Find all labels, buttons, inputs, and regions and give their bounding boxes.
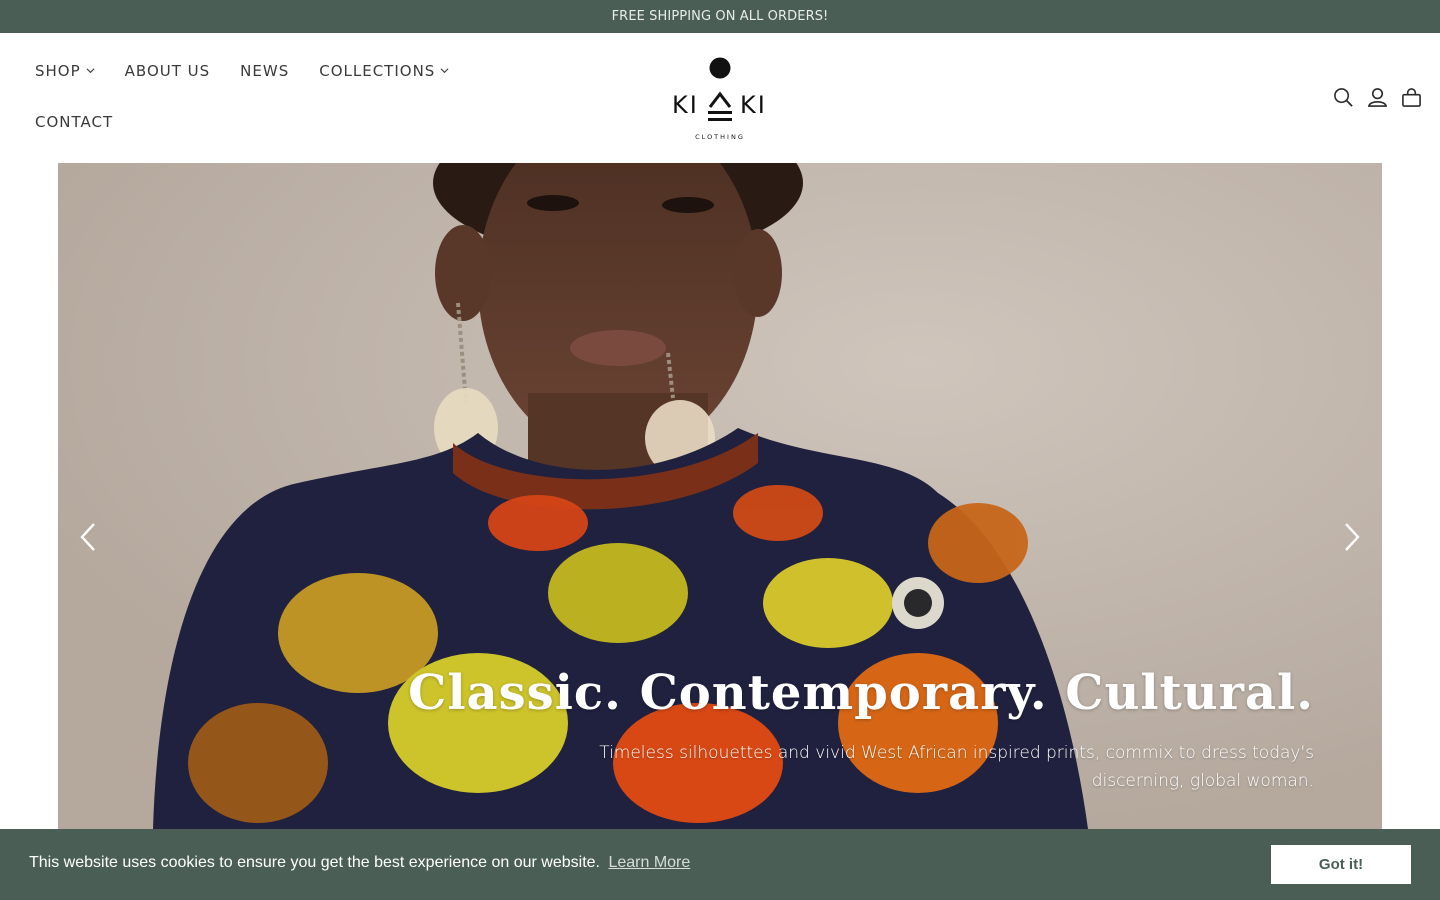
chevron-down-icon	[440, 67, 449, 73]
nav-item-label: COLLECTIONS	[319, 62, 436, 80]
announcement-text: FREE SHIPPING ON ALL ORDERS!	[611, 9, 829, 24]
cart-icon[interactable]	[1401, 87, 1422, 108]
kiaki-logo: KI KI CLOTHING	[672, 57, 767, 141]
chevron-left-icon[interactable]	[77, 520, 99, 554]
nav-item-label: NEWS	[240, 62, 290, 80]
svg-text:KI: KI	[740, 91, 767, 119]
learn-more-link[interactable]: Learn More	[608, 854, 690, 871]
svg-text:CLOTHING: CLOTHING	[695, 133, 745, 141]
cookie-banner: This website uses cookies to ensure you …	[0, 829, 1440, 900]
svg-text:KI: KI	[672, 91, 699, 119]
nav-item-contact[interactable]: CONTACT	[35, 113, 113, 131]
cookie-message: This website uses cookies to ensure you …	[29, 854, 600, 871]
header-icons	[1333, 87, 1422, 108]
announcement-bar: FREE SHIPPING ON ALL ORDERS!	[0, 0, 1440, 33]
chevron-right-icon[interactable]	[1341, 520, 1363, 554]
nav-item-shop[interactable]: SHOP	[35, 62, 95, 80]
hero-title: Classic. Contemporary. Cultural.	[408, 665, 1314, 721]
site-header: SHOP ABOUT US NEWS COLLECTIONS CONTACT K…	[0, 33, 1440, 163]
hero-model-image	[58, 163, 1382, 829]
nav-item-label: CONTACT	[35, 113, 114, 131]
nav-item-about-us[interactable]: ABOUT US	[125, 62, 211, 80]
nav-item-label: ABOUT US	[124, 62, 211, 80]
chevron-down-icon	[86, 67, 95, 73]
accept-cookies-button[interactable]: Got it!	[1271, 845, 1411, 884]
hero-subtitle: Timeless silhouettes and vivid West Afri…	[599, 743, 1314, 791]
nav-item-news[interactable]: NEWS	[240, 62, 289, 80]
cookie-message-wrap: This website uses cookies to ensure you …	[29, 854, 690, 872]
search-icon[interactable]	[1333, 87, 1354, 108]
hero-slideshow: Classic. Contemporary. Cultural. Timeles…	[58, 163, 1382, 829]
account-icon[interactable]	[1367, 87, 1388, 108]
nav-item-label: SHOP	[35, 62, 81, 80]
nav-item-collections[interactable]: COLLECTIONS	[319, 62, 449, 80]
